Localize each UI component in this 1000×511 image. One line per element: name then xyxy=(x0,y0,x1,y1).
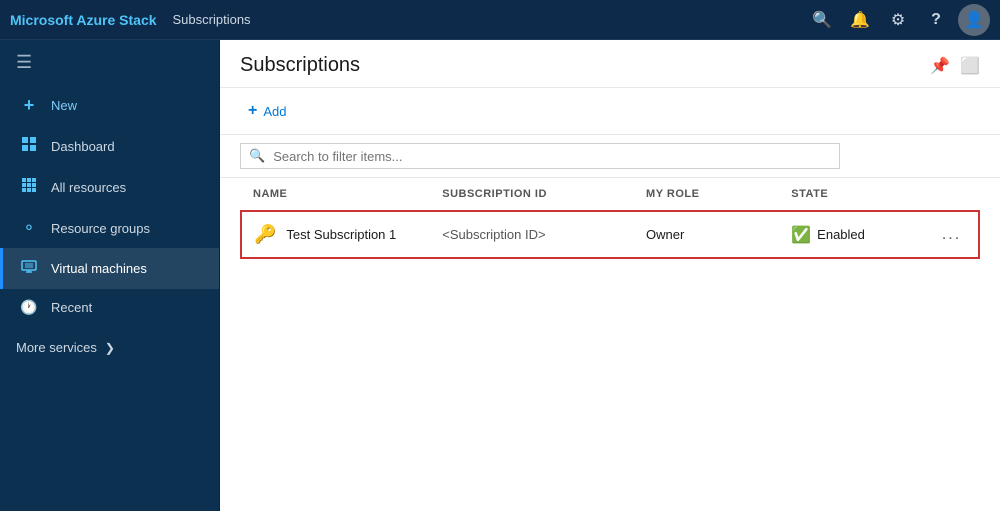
table-area: NAME SUBSCRIPTION ID MY ROLE STATE 🔑 Tes… xyxy=(220,178,1000,511)
resource-groups-icon: ⚬ xyxy=(19,218,39,238)
brand-title: Microsoft Azure Stack xyxy=(10,12,157,28)
sidebar-item-recent[interactable]: 🕐 Recent xyxy=(0,289,219,326)
add-plus-icon: + xyxy=(248,102,257,120)
search-input-wrap: 🔍 xyxy=(240,143,840,169)
sidebar-item-all-resources[interactable]: All resources xyxy=(0,167,219,208)
search-input[interactable] xyxy=(273,149,573,164)
status-enabled-icon: ✅ xyxy=(791,225,811,245)
top-bar: Microsoft Azure Stack Subscriptions 🔍 🔔 … xyxy=(0,0,1000,40)
more-services-label: More services xyxy=(16,340,97,355)
key-icon: 🔑 xyxy=(254,224,276,245)
subscriptions-table: NAME SUBSCRIPTION ID MY ROLE STATE 🔑 Tes… xyxy=(240,178,980,259)
table-row: 🔑 Test Subscription 1 <Subscription ID> … xyxy=(241,211,979,258)
sidebar: ☰ + New Dashboard All resources ⚬ Resour… xyxy=(0,40,220,511)
row-actions-cell: ... xyxy=(930,211,979,258)
sidebar-virtual-machines-label: Virtual machines xyxy=(51,261,147,276)
more-services[interactable]: More services ❯ xyxy=(0,330,219,365)
sidebar-resource-groups-label: Resource groups xyxy=(51,221,150,236)
sidebar-dashboard-label: Dashboard xyxy=(51,139,115,154)
hamburger-menu[interactable]: ☰ xyxy=(0,40,219,85)
col-header-subid: SUBSCRIPTION ID xyxy=(430,178,634,211)
table-header-row: NAME SUBSCRIPTION ID MY ROLE STATE xyxy=(241,178,979,211)
add-button[interactable]: + Add xyxy=(240,98,294,124)
search-bar: 🔍 xyxy=(220,135,1000,178)
sidebar-item-new[interactable]: + New xyxy=(0,85,219,126)
col-header-role: MY ROLE xyxy=(634,178,779,211)
virtual-machines-icon xyxy=(19,258,39,279)
window-icon[interactable]: ⬜ xyxy=(960,56,980,76)
sidebar-item-virtual-machines[interactable]: Virtual machines xyxy=(0,248,219,289)
sidebar-recent-label: Recent xyxy=(51,300,92,315)
status-label: Enabled xyxy=(817,227,865,242)
page-title: Subscriptions xyxy=(240,54,360,77)
content-header: Subscriptions 📌 ⬜ xyxy=(220,40,1000,88)
pin-icon[interactable]: 📌 xyxy=(930,56,950,76)
all-resources-icon xyxy=(19,177,39,198)
add-button-label: Add xyxy=(263,104,286,119)
search-magnify-icon: 🔍 xyxy=(249,148,265,164)
row-state-cell: ✅ Enabled xyxy=(779,211,930,258)
col-header-name: NAME xyxy=(241,178,430,211)
row-name-cell: 🔑 Test Subscription 1 xyxy=(241,211,430,258)
new-plus-icon: + xyxy=(19,95,39,116)
sidebar-item-dashboard[interactable]: Dashboard xyxy=(0,126,219,167)
user-avatar[interactable]: 👤 xyxy=(958,4,990,36)
help-icon[interactable]: ? xyxy=(920,4,952,36)
chevron-icon: ❯ xyxy=(105,341,115,355)
subscription-name: Test Subscription 1 xyxy=(286,227,396,242)
sidebar-all-resources-label: All resources xyxy=(51,180,126,195)
row-role-cell: Owner xyxy=(634,211,779,258)
top-bar-actions: 🔍 🔔 ⚙ ? 👤 xyxy=(806,4,990,36)
bell-icon[interactable]: 🔔 xyxy=(844,4,876,36)
content-toolbar: + Add xyxy=(220,88,1000,135)
row-subid-cell: <Subscription ID> xyxy=(430,211,634,258)
col-header-actions xyxy=(930,178,979,211)
row-actions-button[interactable]: ... xyxy=(942,226,961,243)
gear-icon[interactable]: ⚙ xyxy=(882,4,914,36)
recent-icon: 🕐 xyxy=(19,299,39,316)
col-header-state: STATE xyxy=(779,178,930,211)
dashboard-icon xyxy=(19,136,39,157)
content-area: Subscriptions 📌 ⬜ + Add 🔍 xyxy=(220,40,1000,511)
search-icon[interactable]: 🔍 xyxy=(806,4,838,36)
top-bar-tab-title: Subscriptions xyxy=(173,12,806,27)
sidebar-new-label: New xyxy=(51,98,77,113)
sidebar-item-resource-groups[interactable]: ⚬ Resource groups xyxy=(0,208,219,248)
main-layout: ☰ + New Dashboard All resources ⚬ Resour… xyxy=(0,40,1000,511)
